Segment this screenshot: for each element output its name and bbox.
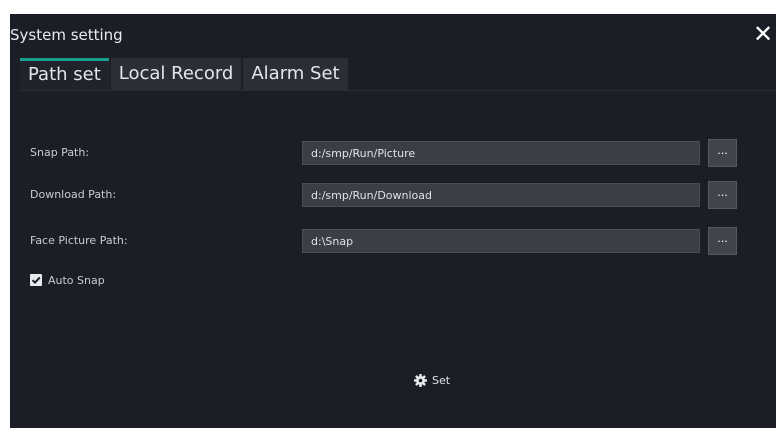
system-setting-dialog: System setting ✕ Path set Local Record A… [10,14,776,428]
snap-path-input[interactable] [302,141,700,165]
snap-path-browse-button[interactable]: ... [708,139,737,167]
checkbox-checked-icon[interactable] [30,274,42,286]
face-picture-path-input[interactable] [302,229,700,253]
face-picture-path-label: Face Picture Path: [30,234,128,247]
gear-icon [414,373,427,387]
title-bar: System setting ✕ [10,14,776,58]
tab-path-set[interactable]: Path set [20,58,109,90]
dialog-title: System setting [10,26,123,44]
face-picture-path-browse-button[interactable]: ... [708,227,737,255]
tab-bar: Path set Local Record Alarm Set [20,58,350,90]
close-icon[interactable]: ✕ [752,22,774,46]
snap-path-label: Snap Path: [30,146,90,159]
face-picture-path-row: Face Picture Path: ... [10,227,776,255]
download-path-input[interactable] [302,183,700,207]
auto-snap-checkbox[interactable]: Auto Snap [30,272,105,288]
download-path-row: Download Path: ... [10,181,776,209]
tab-divider [20,90,776,91]
download-path-browse-button[interactable]: ... [708,181,737,209]
set-button[interactable]: Set [414,370,450,390]
tab-alarm-set[interactable]: Alarm Set [243,58,348,90]
tab-local-record[interactable]: Local Record [110,58,242,90]
snap-path-row: Snap Path: ... [10,139,776,167]
auto-snap-label: Auto Snap [48,273,105,287]
download-path-label: Download Path: [30,188,117,201]
set-button-label: Set [432,373,451,387]
